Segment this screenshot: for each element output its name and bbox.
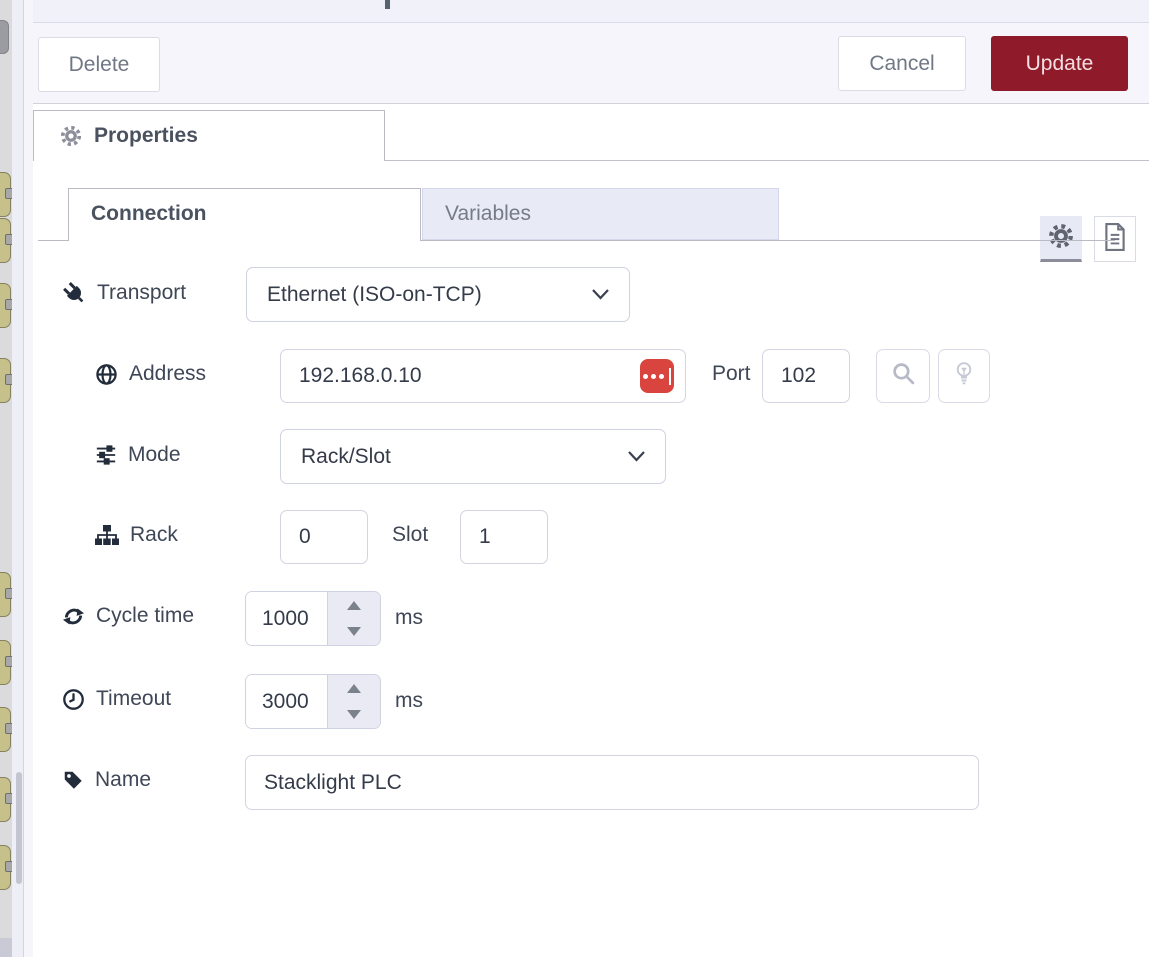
name-label: Name xyxy=(62,768,151,792)
name-label-text: Name xyxy=(95,768,151,792)
scan-button[interactable] xyxy=(876,349,930,403)
spinner-buttons xyxy=(327,675,380,728)
mode-label: Mode xyxy=(95,443,181,467)
refresh-icon xyxy=(62,605,85,628)
cursor-bar xyxy=(669,368,671,385)
slot-input[interactable] xyxy=(460,510,548,564)
hint-button[interactable] xyxy=(938,349,990,403)
triangle-down-icon xyxy=(347,710,361,719)
workspace-node xyxy=(0,283,11,328)
tray-title-strip xyxy=(33,0,1149,22)
workspace-node xyxy=(0,358,11,403)
edit-properties-toggle-button[interactable] xyxy=(1040,216,1082,262)
cycle-time-spinner xyxy=(245,591,381,646)
cycle-time-input[interactable] xyxy=(246,592,328,645)
name-field-wrap xyxy=(245,755,979,810)
delete-button[interactable]: Delete xyxy=(38,37,160,92)
tag-icon xyxy=(62,769,84,791)
workspace-node xyxy=(0,218,11,263)
timeout-unit: ms xyxy=(395,689,423,713)
triangle-down-icon xyxy=(347,627,361,636)
gear-icon xyxy=(60,125,82,147)
cycle-time-label: Cycle time xyxy=(62,604,194,628)
gear-icon xyxy=(1048,223,1074,254)
lightbulb-icon xyxy=(953,361,975,392)
timeout-spinner xyxy=(245,674,381,729)
chevron-down-icon xyxy=(628,451,645,462)
workspace-node xyxy=(0,20,9,54)
scrollbar-thumb[interactable] xyxy=(16,772,22,884)
transport-select[interactable]: Ethernet (ISO-on-TCP) xyxy=(246,267,630,322)
workspace-strip xyxy=(0,0,12,957)
triangle-up-icon xyxy=(347,684,361,693)
node-description-button[interactable] xyxy=(1094,216,1136,262)
edit-tray: Delete Cancel Update Properties Connecti… xyxy=(33,0,1149,957)
tab-variables[interactable]: Variables xyxy=(422,188,779,240)
tab-connection[interactable]: Connection xyxy=(68,188,421,241)
workspace-bottom-bar xyxy=(0,938,12,957)
slot-label: Slot xyxy=(392,523,428,547)
address-input[interactable] xyxy=(280,349,686,403)
plug-icon xyxy=(57,276,91,310)
transport-label: Transport xyxy=(62,281,186,305)
port-label: Port xyxy=(712,362,751,386)
spinner-buttons xyxy=(327,592,380,645)
address-label-text: Address xyxy=(129,362,206,386)
workspace-node xyxy=(0,172,11,217)
dot xyxy=(659,374,664,379)
mode-select[interactable]: Rack/Slot xyxy=(280,429,666,484)
rack-label-text: Rack xyxy=(130,523,178,547)
spinner-up-button[interactable] xyxy=(327,675,380,702)
mode-selected-value: Rack/Slot xyxy=(301,445,391,469)
sitemap-icon xyxy=(95,525,119,545)
port-input[interactable] xyxy=(762,349,850,403)
properties-tab-label: Properties xyxy=(94,124,198,148)
workspace-node xyxy=(0,777,11,822)
mode-label-text: Mode xyxy=(128,443,181,467)
clock-icon xyxy=(62,688,85,711)
triangle-up-icon xyxy=(347,601,361,610)
tab-properties[interactable]: Properties xyxy=(33,110,385,161)
sliders-icon xyxy=(95,444,117,466)
spinner-down-button[interactable] xyxy=(327,702,380,729)
timeout-label-text: Timeout xyxy=(96,687,171,711)
slot-field-wrap xyxy=(460,510,548,564)
rack-field-wrap xyxy=(280,510,368,564)
spinner-down-button[interactable] xyxy=(327,619,380,646)
transport-selected-value: Ethernet (ISO-on-TCP) xyxy=(267,283,482,307)
chevron-down-icon xyxy=(592,289,609,300)
cancel-button[interactable]: Cancel xyxy=(838,36,966,91)
document-icon xyxy=(1102,223,1128,256)
dot xyxy=(651,374,656,379)
name-input[interactable] xyxy=(245,755,979,810)
clipped-title-fragment xyxy=(385,0,390,9)
update-button[interactable]: Update xyxy=(991,36,1128,91)
workspace-node xyxy=(0,845,11,890)
cycle-time-unit: ms xyxy=(395,606,423,630)
spinner-up-button[interactable] xyxy=(327,592,380,619)
transport-label-text: Transport xyxy=(97,281,186,305)
tray-edge-gutter xyxy=(24,0,33,957)
address-label: Address xyxy=(95,362,206,386)
workspace-scrollbar-track xyxy=(12,0,23,957)
search-icon xyxy=(891,361,916,391)
address-field-wrap xyxy=(280,349,686,403)
timeout-input[interactable] xyxy=(246,675,328,728)
port-field-wrap xyxy=(762,349,850,403)
workspace-node xyxy=(0,707,11,752)
timeout-label: Timeout xyxy=(62,687,171,711)
dot xyxy=(643,374,648,379)
globe-icon xyxy=(95,363,118,386)
cycle-time-label-text: Cycle time xyxy=(96,604,194,628)
rack-input[interactable] xyxy=(280,510,368,564)
rack-label: Rack xyxy=(95,523,178,547)
tray-button-bar: Delete Cancel Update xyxy=(33,23,1149,103)
password-autofill-icon[interactable] xyxy=(640,359,674,393)
workspace-node xyxy=(0,640,11,685)
workspace-node xyxy=(0,572,11,617)
